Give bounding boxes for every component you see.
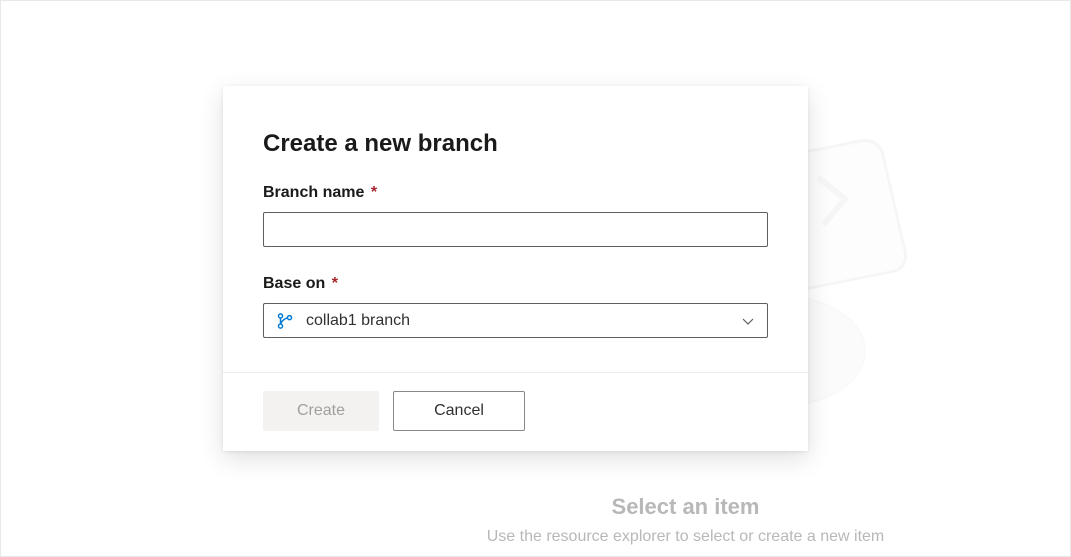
create-branch-dialog: Create a new branch Branch name * Base o… [223, 86, 808, 451]
chevron-down-icon [741, 314, 755, 328]
dialog-body: Create a new branch Branch name * Base o… [223, 86, 808, 372]
base-on-selected-value: collab1 branch [306, 312, 741, 330]
cancel-button[interactable]: Cancel [393, 391, 525, 431]
base-on-field-group: Base on * collab1 branch [263, 275, 768, 338]
branch-name-input[interactable] [263, 212, 768, 247]
base-on-dropdown[interactable]: collab1 branch [263, 303, 768, 338]
branch-icon [276, 312, 294, 330]
dialog-title: Create a new branch [263, 130, 768, 158]
base-on-label-text: Base on [263, 275, 325, 292]
branch-name-field-group: Branch name * [263, 184, 768, 247]
branch-name-label: Branch name * [263, 184, 768, 202]
create-button[interactable]: Create [263, 391, 379, 431]
backdrop-subtitle: Use the resource explorer to select or c… [487, 528, 885, 546]
dialog-footer: Create Cancel [223, 372, 808, 451]
required-indicator: * [332, 275, 338, 292]
backdrop-title: Select an item [612, 494, 760, 520]
required-indicator: * [371, 184, 377, 201]
base-on-label: Base on * [263, 275, 768, 293]
branch-name-label-text: Branch name [263, 184, 364, 201]
